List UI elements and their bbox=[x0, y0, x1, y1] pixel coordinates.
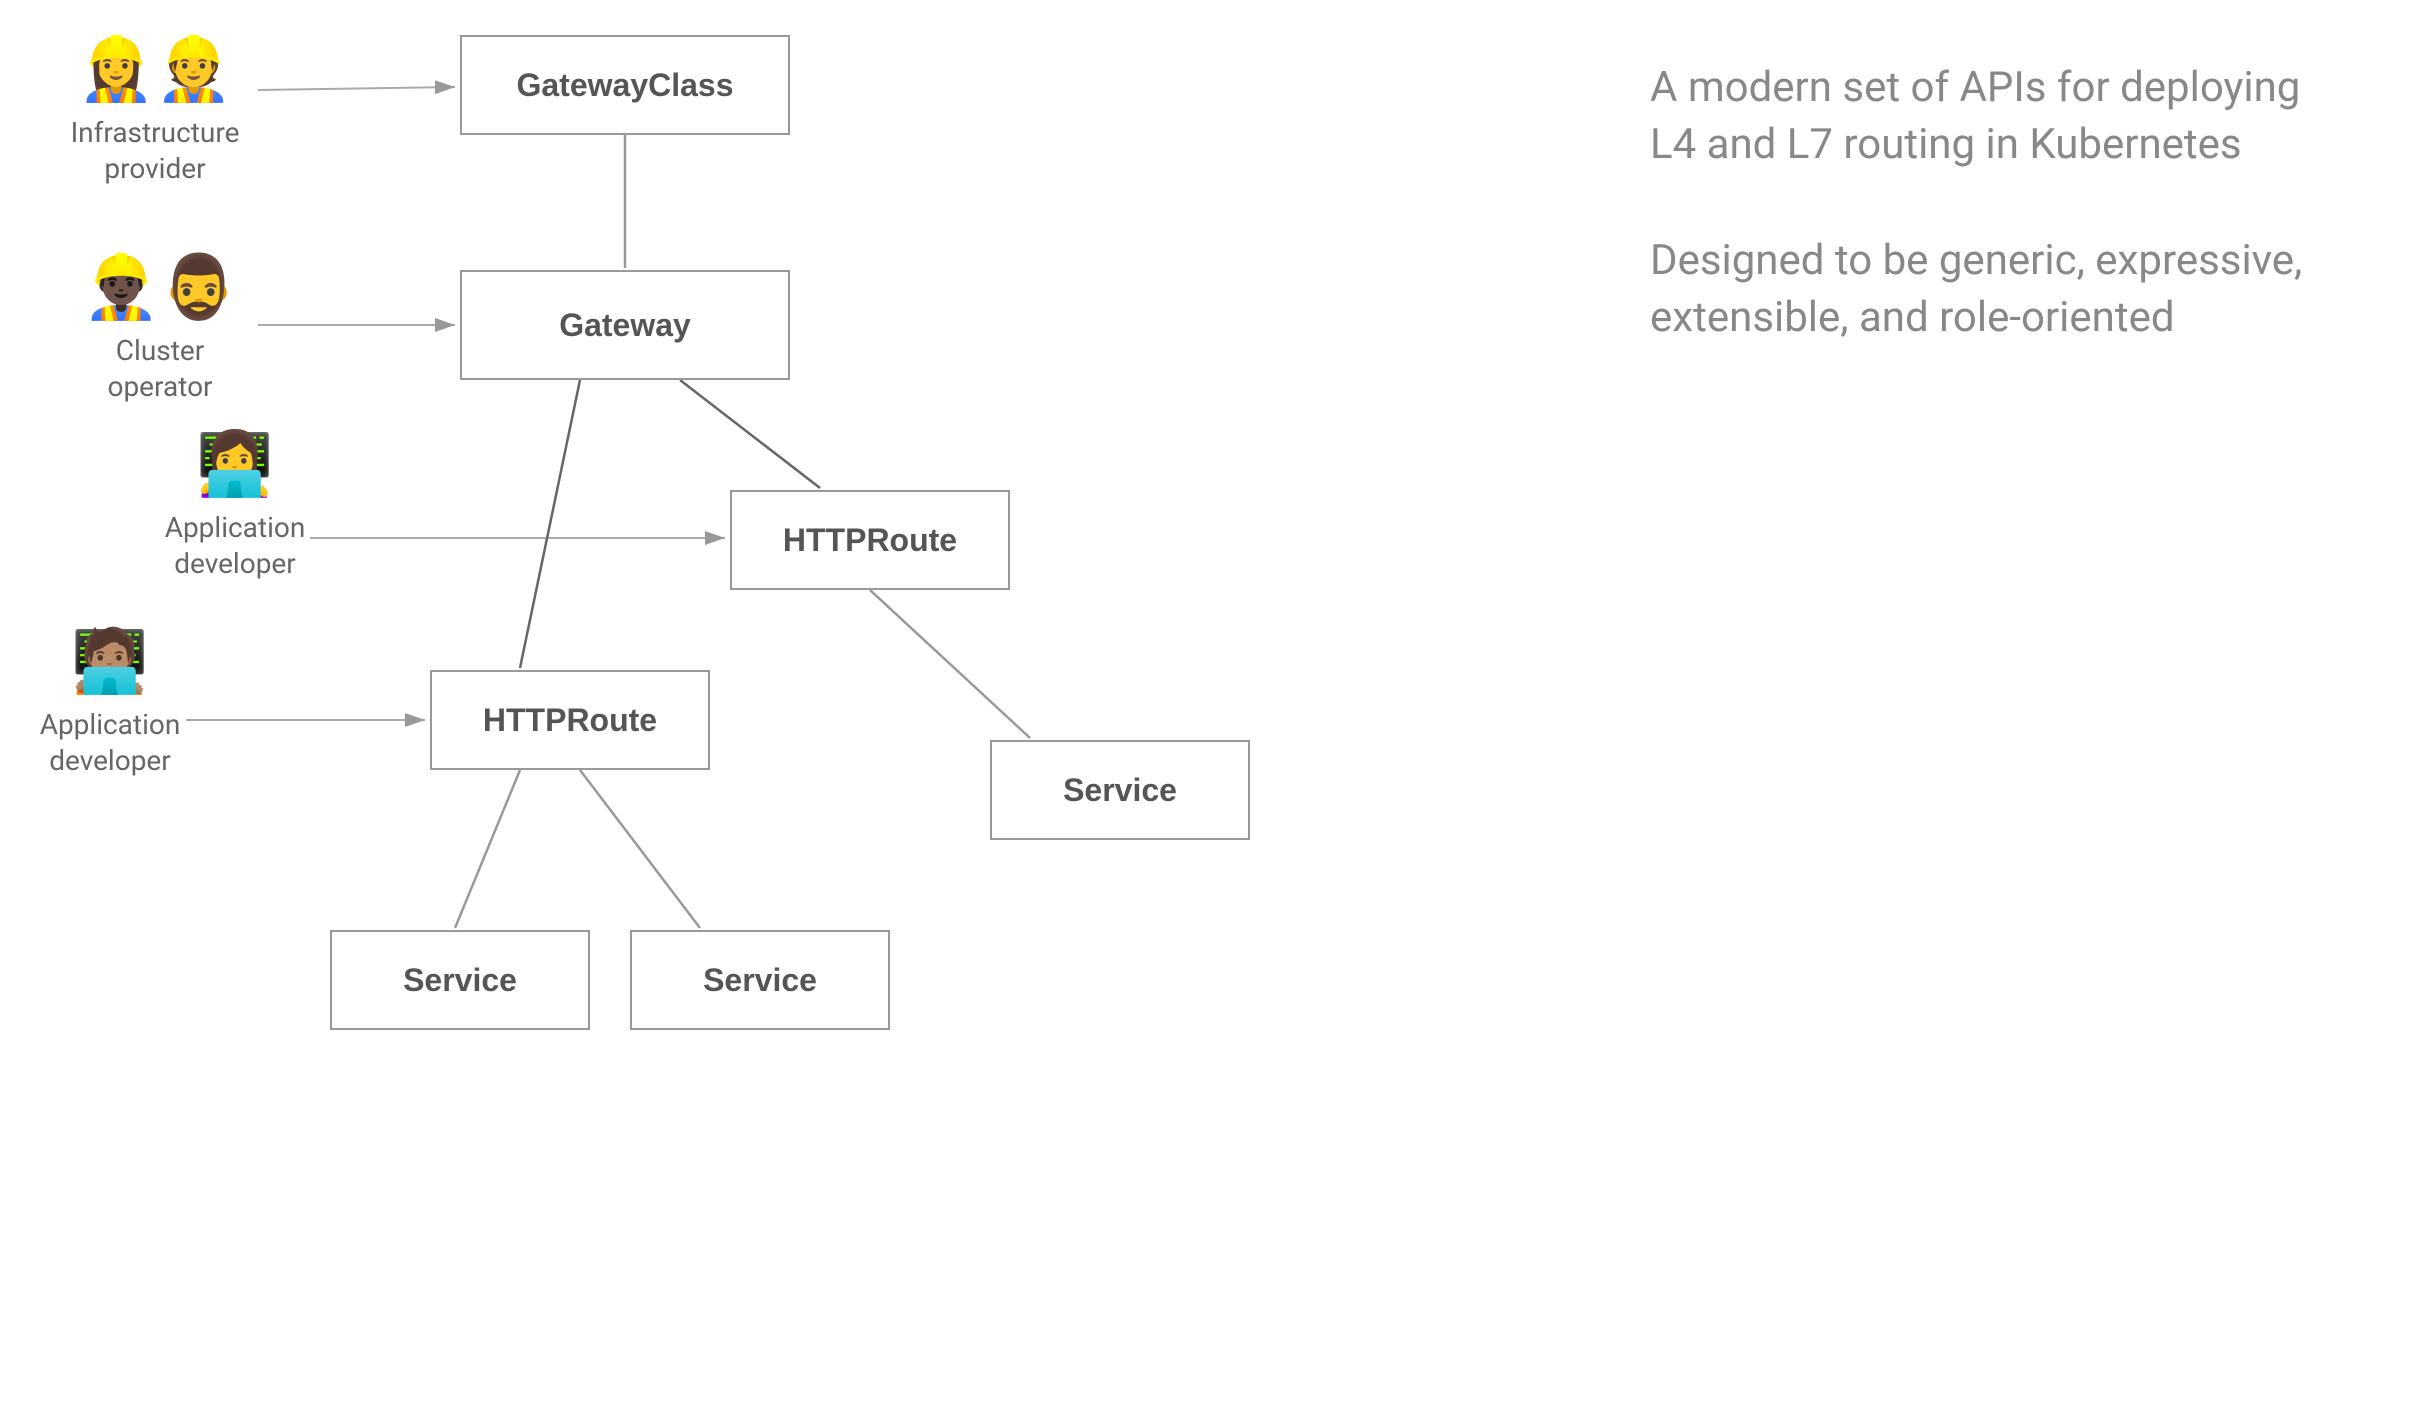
infra-provider-person: 👷‍♀️👷 Infrastructure provider bbox=[60, 30, 250, 188]
description-block-2: Designed to be generic, expressive, exte… bbox=[1650, 233, 2350, 346]
gatewayclass-box: GatewayClass bbox=[460, 35, 790, 135]
app-developer-bottom-emoji: 🧑🏽‍💻 bbox=[10, 622, 210, 703]
desc-line2: L4 and L7 routing in Kubernetes bbox=[1650, 120, 2242, 169]
cluster-operator-label: Cluster operator bbox=[107, 334, 212, 404]
httproute-top-box: HTTPRoute bbox=[730, 490, 1010, 590]
description-area: A modern set of APIs for deploying L4 an… bbox=[1650, 60, 2350, 407]
app-developer-top-person: 👩‍💻 Application developer bbox=[135, 425, 335, 583]
service-right-label: Service bbox=[1063, 772, 1177, 809]
desc-line4: extensible, and role-oriented bbox=[1650, 293, 2175, 342]
cluster-operator-emoji: 👷🏿‍♂️🧔‍♂️ bbox=[60, 248, 260, 329]
infra-provider-emoji: 👷‍♀️👷 bbox=[60, 30, 250, 111]
service-center-box: Service bbox=[630, 930, 890, 1030]
service-left-label: Service bbox=[403, 962, 517, 999]
diagram-area: GatewayClass Gateway HTTPRoute HTTPRoute… bbox=[0, 0, 1600, 1418]
app-developer-bottom-person: 🧑🏽‍💻 Application developer bbox=[10, 622, 210, 780]
service-left-box: Service bbox=[330, 930, 590, 1030]
gateway-label: Gateway bbox=[559, 307, 691, 344]
diagram-svg bbox=[0, 0, 1600, 1418]
app-developer-bottom-label: Application developer bbox=[40, 708, 181, 778]
httproute-bottom-label: HTTPRoute bbox=[483, 702, 657, 739]
app-developer-top-label: Application developer bbox=[165, 511, 306, 581]
cluster-operator-person: 👷🏿‍♂️🧔‍♂️ Cluster operator bbox=[60, 248, 260, 406]
gateway-box: Gateway bbox=[460, 270, 790, 380]
gatewayclass-label: GatewayClass bbox=[516, 67, 733, 104]
desc-line1: A modern set of APIs for deploying bbox=[1650, 63, 2300, 112]
infra-provider-label: Infrastructure provider bbox=[71, 116, 240, 186]
app-developer-top-emoji: 👩‍💻 bbox=[135, 425, 335, 506]
description-block-1: A modern set of APIs for deploying L4 an… bbox=[1650, 60, 2350, 173]
service-center-label: Service bbox=[703, 962, 817, 999]
service-right-box: Service bbox=[990, 740, 1250, 840]
httproute-bottom-box: HTTPRoute bbox=[430, 670, 710, 770]
httproute-top-label: HTTPRoute bbox=[783, 522, 957, 559]
desc-line3: Designed to be generic, expressive, bbox=[1650, 236, 2302, 285]
